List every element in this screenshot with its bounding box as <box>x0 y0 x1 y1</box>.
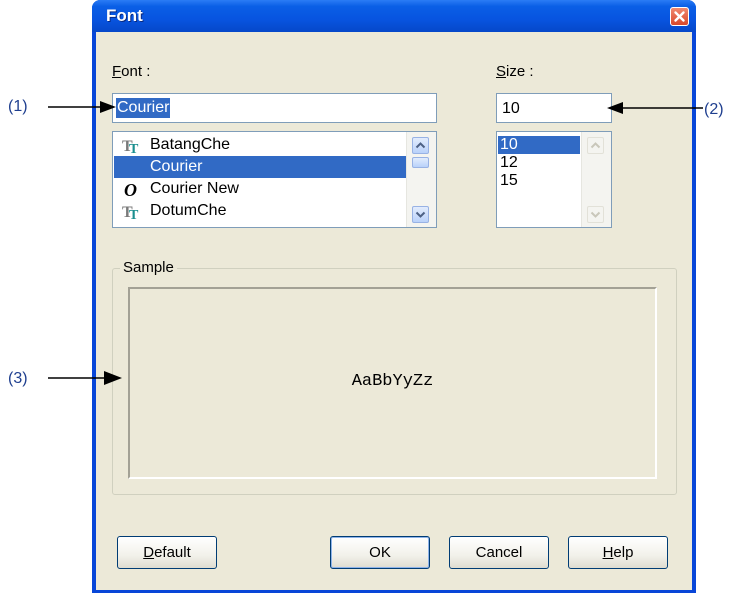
scroll-down-button[interactable] <box>412 206 429 223</box>
sample-group-label: Sample <box>120 259 177 276</box>
truetype-icon: T T <box>122 204 139 220</box>
list-item[interactable]: 15 <box>498 172 580 190</box>
chevron-down-icon <box>590 211 601 218</box>
size-label: Size : <box>496 63 534 80</box>
list-item[interactable]: T T BatangChe <box>114 134 404 156</box>
font-list[interactable]: T T BatangChe Courier O Courier New T T … <box>112 131 437 228</box>
scroll-thumb[interactable] <box>412 157 429 168</box>
cancel-button[interactable]: Cancel <box>449 536 549 569</box>
svg-text:T: T <box>129 208 139 220</box>
scroll-down-button[interactable] <box>587 206 604 223</box>
chevron-down-icon <box>415 211 426 218</box>
scroll-up-button[interactable] <box>412 137 429 154</box>
truetype-icon: T T <box>122 138 139 154</box>
default-button[interactable]: Default <box>117 536 217 569</box>
svg-text:T: T <box>129 142 139 154</box>
list-item[interactable]: T T DotumChe <box>114 200 404 222</box>
font-label: Font : <box>112 63 151 80</box>
list-item-selected[interactable]: Courier <box>114 156 406 178</box>
font-input-value: Courier <box>116 98 171 118</box>
list-item-selected[interactable]: 10 <box>498 136 580 154</box>
list-item[interactable]: O Courier New <box>114 178 404 200</box>
annotation-label-1: (1) <box>8 98 28 115</box>
size-input-value: 10 <box>502 100 520 117</box>
ok-button[interactable]: OK <box>330 536 430 569</box>
chevron-up-icon <box>590 142 601 149</box>
annotation-label-3: (3) <box>8 370 28 387</box>
annotation-arrow-1 <box>48 101 116 113</box>
close-icon <box>674 11 685 22</box>
dialog-title: Font <box>106 6 143 25</box>
title-bar <box>92 0 696 32</box>
list-item[interactable]: 12 <box>498 154 580 172</box>
opentype-icon: O <box>124 180 137 198</box>
svg-text:O: O <box>124 180 137 198</box>
help-button[interactable]: Help <box>568 536 668 569</box>
chevron-up-icon <box>415 142 426 149</box>
annotation-label-2: (2) <box>704 101 724 118</box>
size-list[interactable]: 10 12 15 <box>496 131 612 228</box>
sample-text: AaBbYyZz <box>351 372 434 391</box>
close-button[interactable] <box>670 7 689 26</box>
size-input[interactable]: 10 <box>496 93 612 123</box>
scroll-up-button[interactable] <box>587 137 604 154</box>
annotation-arrow-3 <box>48 371 122 385</box>
font-input[interactable]: Courier <box>112 93 437 123</box>
annotation-arrow-2 <box>607 102 703 114</box>
